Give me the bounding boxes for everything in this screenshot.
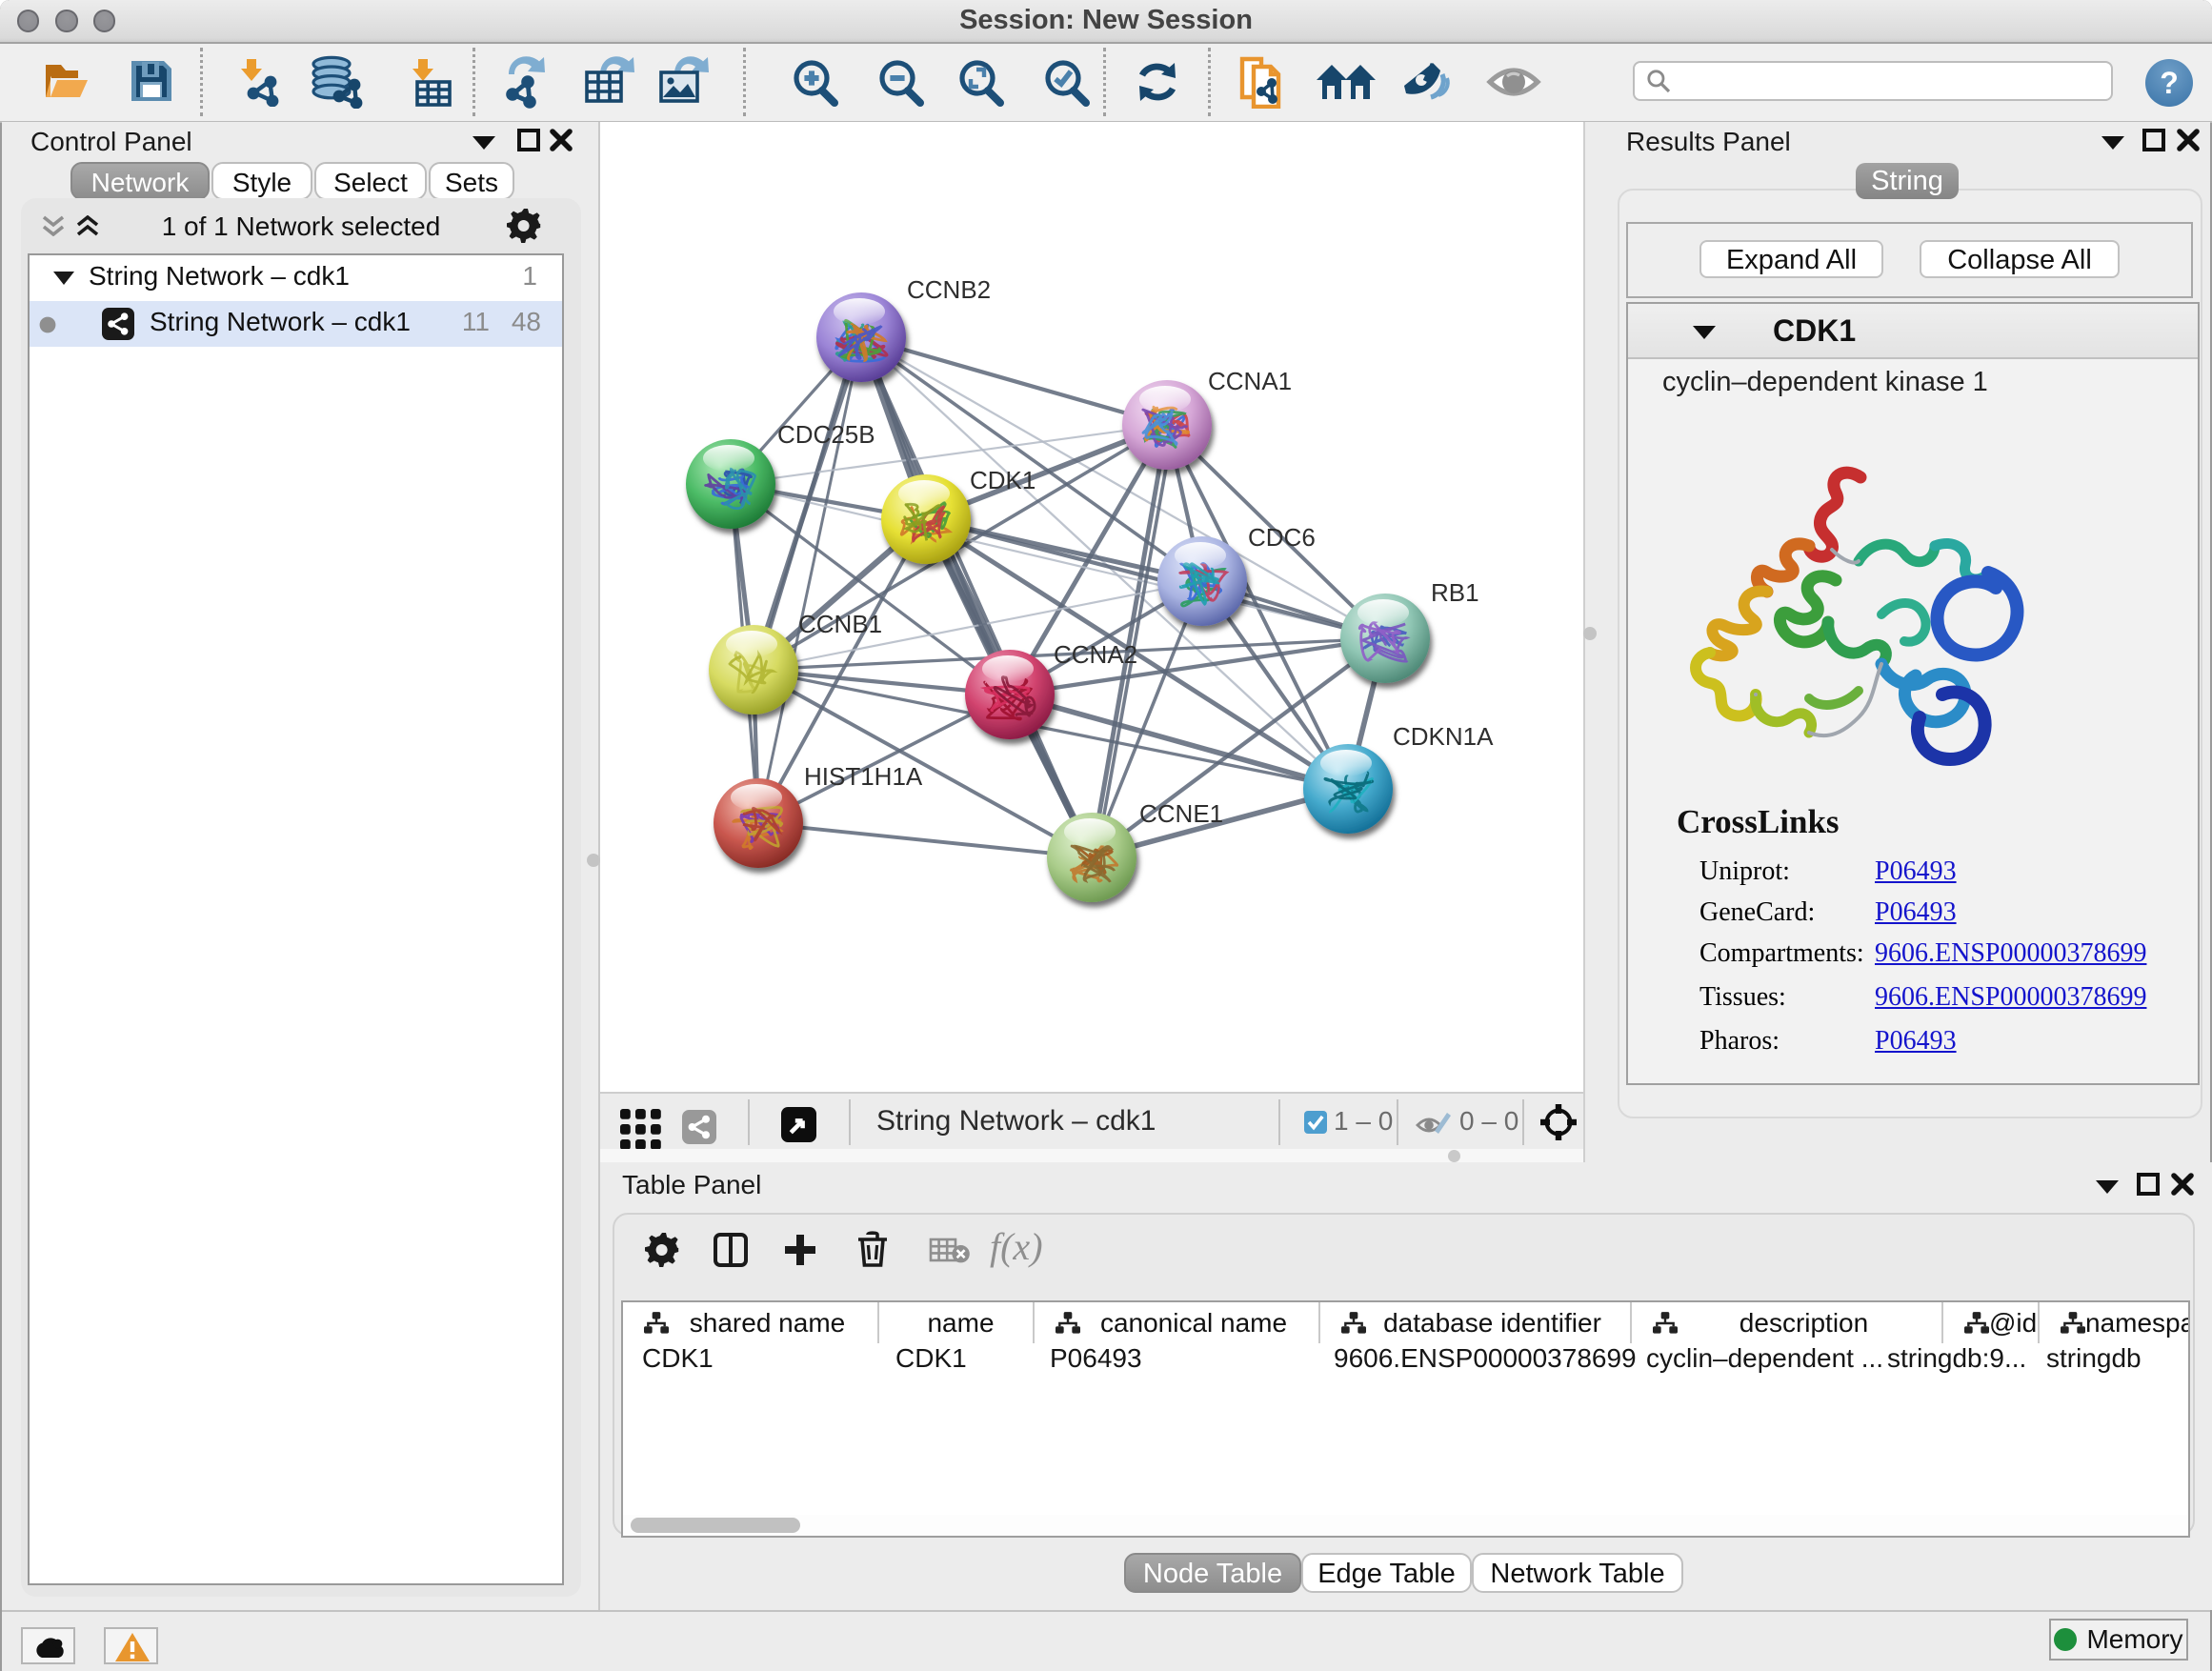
svg-text:CDK1: CDK1 [970, 466, 1036, 494]
svg-text:RB1: RB1 [1431, 578, 1479, 607]
svg-text:CCNE1: CCNE1 [1139, 799, 1223, 828]
svg-text:CCNB1: CCNB1 [798, 610, 882, 638]
svg-text:CDC6: CDC6 [1248, 523, 1316, 552]
svg-text:CDKN1A: CDKN1A [1393, 722, 1494, 751]
svg-text:CCNB2: CCNB2 [907, 275, 991, 304]
svg-text:CCNA2: CCNA2 [1054, 640, 1137, 669]
svg-text:CDC25B: CDC25B [777, 420, 875, 449]
svg-text:CCNA1: CCNA1 [1208, 367, 1292, 395]
svg-text:HIST1H1A: HIST1H1A [804, 762, 923, 791]
